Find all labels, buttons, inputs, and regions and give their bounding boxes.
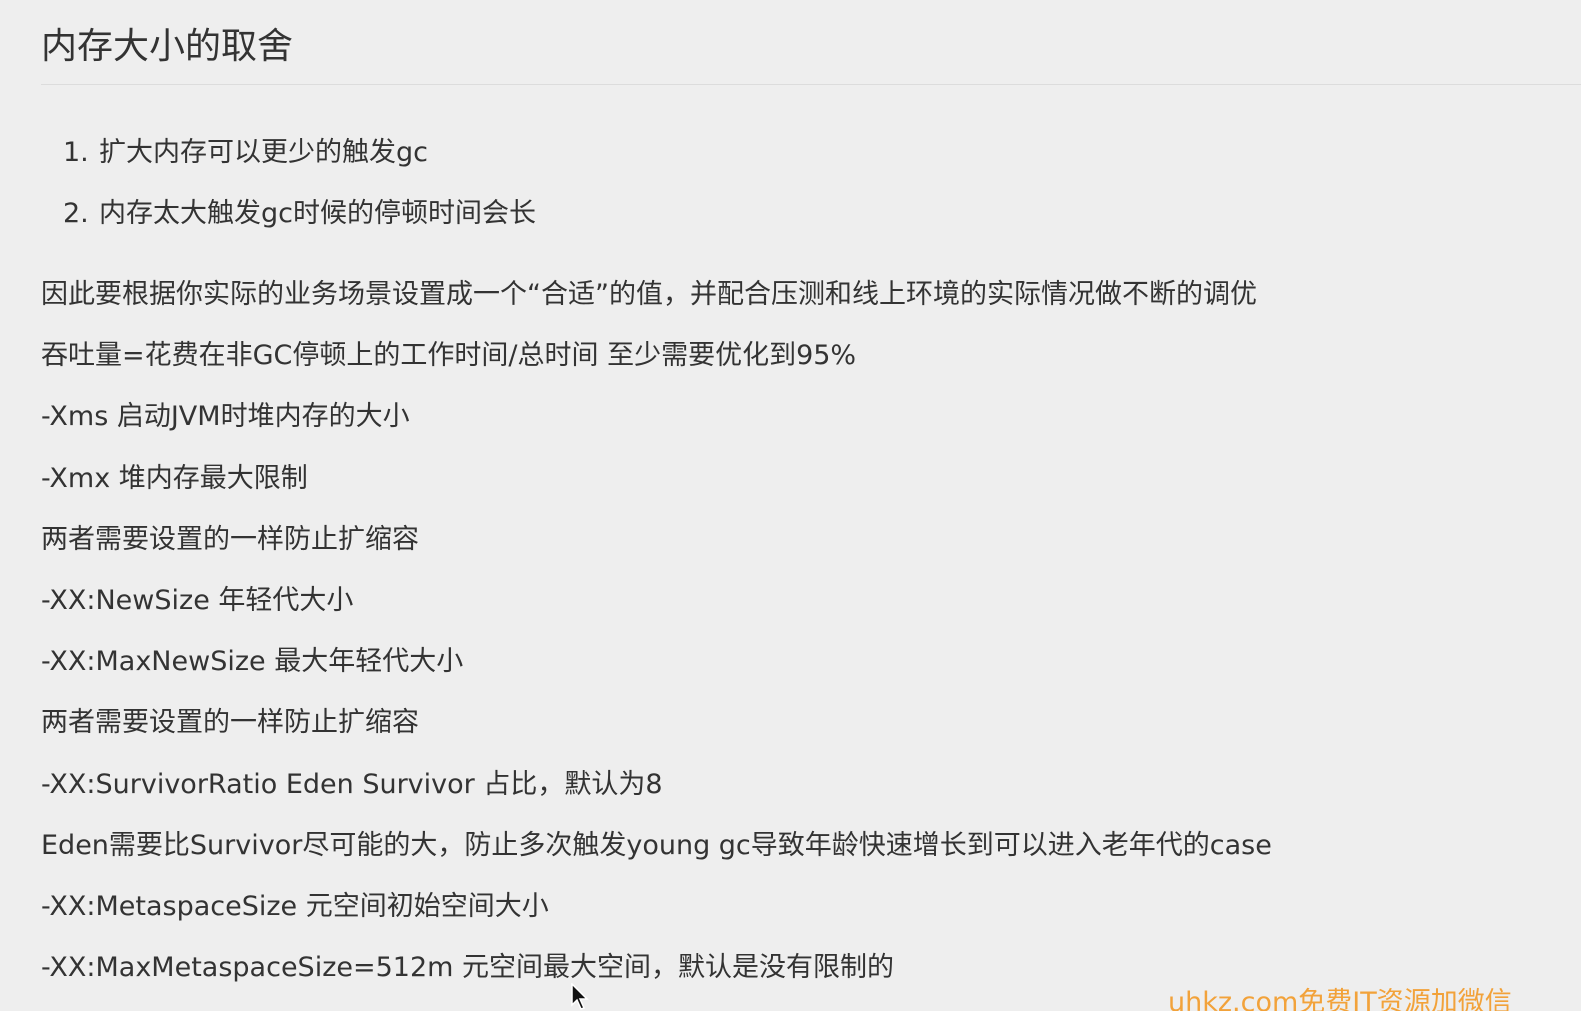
list-item-text: 扩大内存可以更少的触发gc <box>99 137 428 168</box>
watermark-text: uhkz.com免费IT资源加微信 <box>1168 987 1512 1011</box>
page-title: 内存大小的取舍 <box>41 26 294 67</box>
list-item: 1. 扩大内存可以更少的触发gc <box>63 122 536 183</box>
ordered-list: 1. 扩大内存可以更少的触发gc 2. 内存太大触发gc时候的停顿时间会长 <box>63 122 536 244</box>
paragraph-survivorratio: -XX:SurvivorRatio Eden Survivor 占比，默认为8 <box>41 768 663 800</box>
list-item-number: 1. <box>63 137 89 168</box>
paragraph-metaspacesize: -XX:MetaspaceSize 元空间初始空间大小 <box>41 891 549 923</box>
paragraph-tuning-advice: 因此要根据你实际的业务场景设置成一个“合适”的值，并配合压测和线上环境的实际情况… <box>41 279 1257 310</box>
list-item-text: 内存太大触发gc时候的停顿时间会长 <box>99 198 536 229</box>
document: 内存大小的取舍 1. 扩大内存可以更少的触发gc 2. 内存太大触发gc时候的停顿时… <box>41 0 1581 1011</box>
paragraph-same-setting-heap: 两者需要设置的一样防止扩缩容 <box>41 523 419 555</box>
paragraph-xms: -Xms 启动JVM时堆内存的大小 <box>41 401 410 433</box>
paragraph-throughput: 吞吐量=花费在非GC停顿上的工作时间/总时间 至少需要优化到95% <box>41 340 857 372</box>
paragraph-maxnewsize: -XX:MaxNewSize 最大年轻代大小 <box>41 646 464 678</box>
list-item-number: 2. <box>63 198 89 229</box>
paragraph-xmx: -Xmx 堆内存最大限制 <box>41 462 308 494</box>
paragraph-maxmetaspacesize: -XX:MaxMetaspaceSize=512m 元空间最大空间，默认是没有限… <box>41 952 895 984</box>
title-divider <box>41 84 1581 85</box>
list-item: 2. 内存太大触发gc时候的停顿时间会长 <box>63 183 536 244</box>
paragraph-eden-note: Eden需要比Survivor尽可能的大，防止多次触发young gc导致年龄快… <box>41 829 1272 861</box>
paragraph-same-setting-young: 两者需要设置的一样防止扩缩容 <box>41 707 419 739</box>
paragraph-newsize: -XX:NewSize 年轻代大小 <box>41 585 354 617</box>
body-paragraphs: 因此要根据你实际的业务场景设置成一个“合适”的值，并配合压测和线上环境的实际情况… <box>41 264 1272 998</box>
